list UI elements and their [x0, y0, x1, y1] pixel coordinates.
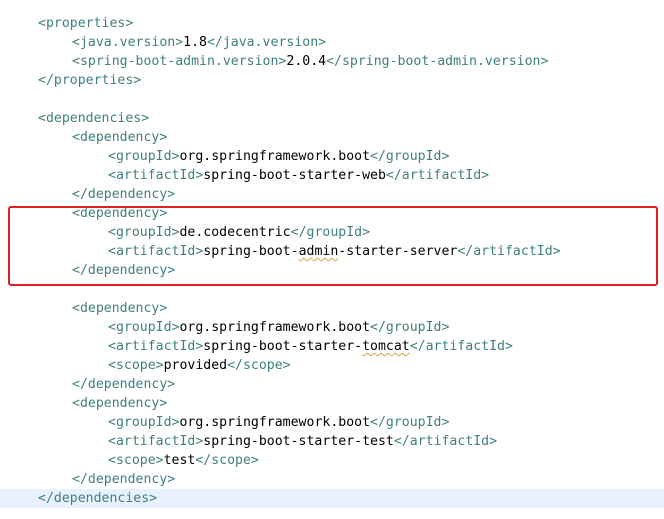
code-line: </dependency> [0, 470, 175, 489]
code-line: <dependency> [0, 394, 167, 413]
scope-close-tag: </scope> [195, 453, 259, 468]
dependency-open-tag: <dependency> [72, 301, 168, 316]
java-version-open-tag: <java.version> [72, 35, 184, 50]
artifactid-open-tag: <artifactId> [108, 244, 204, 259]
dependency-open-tag: <dependency> [72, 130, 168, 145]
scope-close-tag: </scope> [227, 358, 291, 373]
code-line: <scope>provided</scope> [0, 356, 291, 375]
code-line: <artifactId>spring-boot-admin-starter-se… [0, 242, 561, 261]
groupid-value: org.springframework.boot [179, 415, 371, 430]
artifactid-close-tag: </artifactId> [393, 434, 498, 449]
dependency-close-tag: </dependency> [72, 263, 176, 278]
dependencies-open-tag: <dependencies> [38, 111, 150, 126]
dependencies-close-tag: </dependencies> [38, 491, 158, 506]
code-line: <dependencies> [0, 109, 149, 128]
dependency-close-tag: </dependency> [72, 472, 176, 487]
sba-version-value: 2.0.4 [286, 54, 327, 69]
code-line: <groupId>de.codecentric</groupId> [0, 223, 370, 242]
code-line: <artifactId>spring-boot-starter-web</art… [0, 166, 489, 185]
dependency-open-tag: <dependency> [72, 396, 168, 411]
artifactid-close-tag: </artifactId> [385, 168, 490, 183]
groupid-close-tag: </groupId> [370, 320, 450, 335]
spellcheck-word: tomcat [362, 339, 410, 354]
sba-version-open-tag: <spring-boot-admin.version> [72, 54, 287, 69]
code-line: </dependency> [0, 261, 175, 280]
code-line: <artifactId>spring-boot-starter-test</ar… [0, 432, 497, 451]
artifactid-open-tag: <artifactId> [108, 168, 204, 183]
artifactid-value-prefix: spring-boot-starter- [203, 339, 363, 354]
groupid-open-tag: <groupId> [108, 225, 180, 240]
sba-version-close-tag: </spring-boot-admin.version> [326, 54, 549, 69]
scope-value: provided [163, 358, 228, 373]
code-line: <artifactId>spring-boot-starter-tomcat</… [0, 337, 513, 356]
code-line: <dependency> [0, 128, 167, 147]
scope-value: test [163, 453, 196, 468]
artifactid-value-prefix: spring-boot- [203, 244, 299, 259]
spellcheck-word: admin [298, 244, 339, 259]
dependency-close-tag: </dependency> [72, 377, 176, 392]
current-line[interactable]: </dependencies> [0, 489, 664, 508]
java-version-close-tag: </java.version> [206, 35, 327, 50]
groupid-value: org.springframework.boot [179, 149, 371, 164]
dependency-close-tag: </dependency> [72, 187, 176, 202]
groupid-open-tag: <groupId> [108, 149, 180, 164]
code-line: <scope>test</scope> [0, 451, 259, 470]
groupid-value: de.codecentric [179, 225, 291, 240]
code-line: <java.version>1.8</java.version> [0, 33, 326, 52]
artifactid-value: spring-boot-starter-web [203, 168, 386, 183]
code-line: <groupId>org.springframework.boot</group… [0, 318, 449, 337]
xml-code-editor[interactable]: <properties> <java.version>1.8</java.ver… [0, 0, 664, 519]
groupid-close-tag: </groupId> [370, 415, 450, 430]
groupid-open-tag: <groupId> [108, 415, 180, 430]
artifactid-close-tag: </artifactId> [409, 339, 513, 354]
code-line: <properties> [0, 14, 133, 33]
code-line: </properties> [0, 71, 141, 90]
artifactid-open-tag: <artifactId> [108, 434, 204, 449]
artifactid-open-tag: <artifactId> [108, 339, 204, 354]
code-line: <spring-boot-admin.version>2.0.4</spring… [0, 52, 548, 71]
code-line: <dependency> [0, 204, 167, 223]
artifactid-value: spring-boot-starter-test [203, 434, 394, 449]
groupid-open-tag: <groupId> [108, 320, 180, 335]
properties-close-tag: </properties> [38, 73, 142, 88]
groupid-close-tag: </groupId> [370, 149, 450, 164]
groupid-value: org.springframework.boot [179, 320, 371, 335]
code-line: <groupId>org.springframework.boot</group… [0, 147, 449, 166]
properties-open-tag: <properties> [38, 16, 134, 31]
scope-open-tag: <scope> [108, 358, 164, 373]
artifactid-close-tag: </artifactId> [457, 244, 561, 259]
code-line: </dependency> [0, 375, 175, 394]
code-line: <groupId>org.springframework.boot</group… [0, 413, 449, 432]
java-version-value: 1.8 [183, 35, 207, 50]
scope-open-tag: <scope> [108, 453, 164, 468]
code-line: <dependency> [0, 299, 167, 318]
groupid-close-tag: </groupId> [290, 225, 371, 240]
artifactid-value-suffix: -starter-server [338, 244, 458, 259]
code-line: </dependency> [0, 185, 175, 204]
dependency-open-tag: <dependency> [72, 206, 168, 221]
